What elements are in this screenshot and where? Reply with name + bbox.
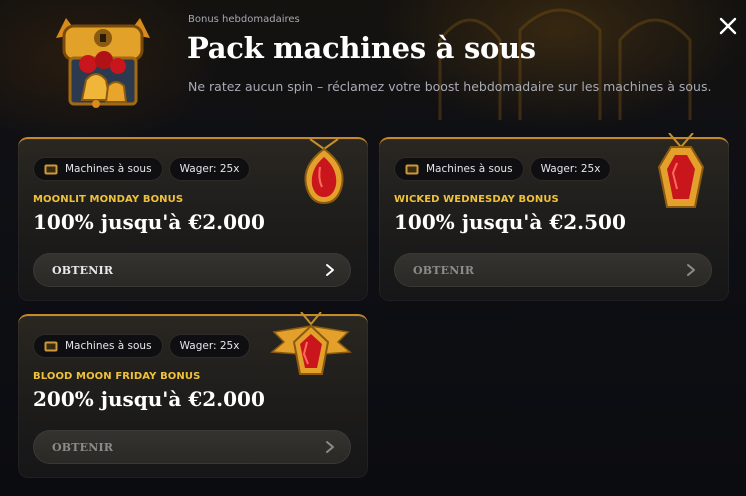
tag-label: Wager: 25x	[179, 163, 240, 175]
tag-slots: Machines à sous	[394, 157, 524, 181]
slot-machine-icon	[44, 164, 58, 174]
bonus-card-wednesday: Machines à sous Wager: 25x WICKED WEDNES…	[379, 133, 729, 301]
tag-label: Machines à sous	[426, 163, 513, 175]
tag-list: Machines à sous Wager: 25x	[33, 334, 251, 358]
bonus-name: MOONLIT MONDAY BONUS	[33, 194, 184, 205]
bonus-amount: 100% jusqu'à €2.000	[33, 210, 265, 234]
tag-label: Wager: 25x	[540, 163, 601, 175]
tag-list: Machines à sous Wager: 25x	[394, 157, 612, 181]
treasure-chest-icon	[56, 18, 150, 108]
tag-wager: Wager: 25x	[168, 334, 251, 358]
chevron-right-icon	[326, 264, 334, 276]
bonus-amount: 200% jusqu'à €2.000	[33, 387, 265, 411]
claim-button-label: OBTENIR	[413, 263, 475, 277]
bonus-name: WICKED WEDNESDAY BONUS	[394, 194, 559, 205]
tag-label: Machines à sous	[65, 163, 152, 175]
tag-label: Machines à sous	[65, 340, 152, 352]
bonus-card-friday: Machines à sous Wager: 25x BLOOD MOON FR…	[18, 312, 368, 478]
bat-wing-amulet-icon	[270, 312, 352, 375]
tag-wager: Wager: 25x	[168, 157, 251, 181]
coffin-amulet-icon	[657, 133, 705, 208]
slot-machine-icon	[405, 164, 419, 174]
bonus-card-monday: Machines à sous Wager: 25x MOONLIT MONDA…	[18, 137, 368, 301]
slot-machine-icon	[44, 341, 58, 351]
claim-button[interactable]: OBTENIR	[33, 253, 351, 287]
claim-button[interactable]: OBTENIR	[394, 253, 712, 287]
claim-button-label: OBTENIR	[52, 263, 114, 277]
claim-button[interactable]: OBTENIR	[33, 430, 351, 464]
claim-button-label: OBTENIR	[52, 440, 114, 454]
header-subtitle: Bonus hebdomadaires	[188, 14, 300, 25]
chevron-right-icon	[326, 441, 334, 453]
tag-slots: Machines à sous	[33, 157, 163, 181]
ruby-amulet-icon	[304, 139, 344, 205]
header-description: Ne ratez aucun spin – réclamez votre boo…	[188, 79, 712, 94]
chevron-right-icon	[687, 264, 695, 276]
tag-wager: Wager: 25x	[529, 157, 612, 181]
tag-list: Machines à sous Wager: 25x	[33, 157, 251, 181]
bonus-amount: 100% jusqu'à €2.500	[394, 210, 626, 234]
tag-slots: Machines à sous	[33, 334, 163, 358]
page-title: Pack machines à sous	[187, 31, 536, 65]
bonus-name: BLOOD MOON FRIDAY BONUS	[33, 371, 201, 382]
close-icon[interactable]	[716, 14, 740, 38]
tag-label: Wager: 25x	[179, 340, 240, 352]
